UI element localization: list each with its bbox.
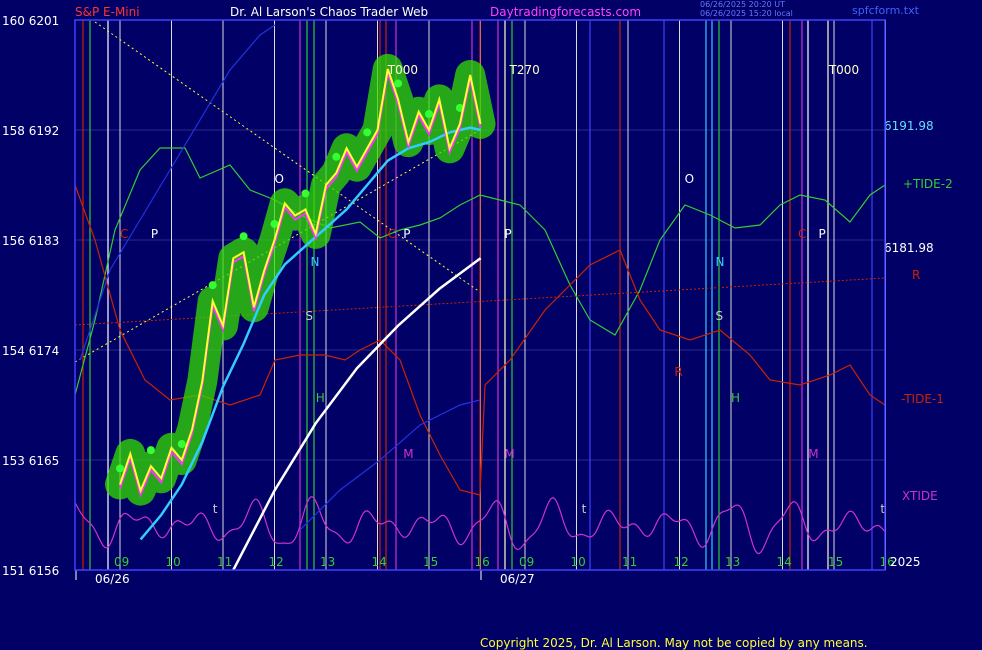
- planet-marker: S: [305, 309, 313, 323]
- planet-marker: P: [151, 227, 158, 241]
- y-tick-label: 153 6165: [2, 454, 59, 468]
- price-high-dot: [146, 446, 155, 455]
- planet-marker: C: [120, 227, 128, 241]
- planet-marker: t: [213, 502, 218, 516]
- planet-marker: P: [504, 227, 511, 241]
- price-high-dot: [208, 281, 217, 290]
- date-label: 06/27: [500, 572, 535, 586]
- planet-marker: O: [275, 172, 284, 186]
- planet-marker: T000: [828, 63, 859, 77]
- x-tick-label: 13: [320, 555, 335, 569]
- timestamp-ut: 06/26/2025 20:20 UT: [700, 0, 785, 9]
- source-file: spfcform.txt: [852, 4, 920, 17]
- x-tick-label: 15: [828, 555, 843, 569]
- planet-marker: S: [716, 309, 724, 323]
- x-tick-label: 14: [372, 555, 387, 569]
- site-url[interactable]: Daytradingforecasts.com: [490, 5, 641, 19]
- x-tick-label: 15: [423, 555, 438, 569]
- y-tick-label: 154 6174: [2, 344, 59, 358]
- planet-marker: R: [674, 365, 682, 379]
- planet-marker: N: [311, 255, 320, 269]
- chart-canvas: 160 6201 158 6192 156 6183 154 6174 153 6165…: [0, 0, 982, 650]
- planet-marker: T270: [509, 63, 540, 77]
- planet-marker: H: [316, 391, 325, 405]
- y-tick-label: 160 6201: [2, 14, 59, 28]
- x-tick-label: 12: [674, 555, 689, 569]
- planet-marker: T000: [387, 63, 418, 77]
- price-high-dot: [363, 128, 372, 137]
- price-high-dot: [332, 152, 341, 161]
- instrument-title: S&P E-Mini: [75, 5, 140, 19]
- planet-marker: H: [731, 391, 740, 405]
- planet-marker: M: [808, 447, 818, 461]
- copyright-notice: Copyright 2025, Dr. Al Larson. May not b…: [480, 636, 868, 650]
- planet-marker: M: [504, 447, 514, 461]
- series-label: XTIDE: [902, 489, 938, 503]
- planet-marker: P: [403, 227, 410, 241]
- timestamp-local: 06/26/2025 15:20 local: [700, 9, 793, 18]
- x-tick-label: 12: [269, 555, 284, 569]
- price-high-dot: [177, 440, 186, 448]
- price-high-dot: [394, 79, 403, 88]
- planet-marker: O: [685, 172, 694, 186]
- x-tick-label: 10: [571, 555, 586, 569]
- planet-marker: C: [798, 227, 806, 241]
- planet-marker: C: [388, 227, 396, 241]
- planet-marker: N: [716, 255, 725, 269]
- price-high-dot: [425, 110, 433, 118]
- x-tick-label: 09: [114, 555, 129, 569]
- x-tick-label: 16: [475, 555, 490, 569]
- series-label: +TIDE-2: [903, 177, 953, 191]
- series-label: R: [912, 268, 920, 282]
- x-tick-label: 11: [622, 555, 637, 569]
- year-label: 2025: [890, 555, 921, 569]
- planet-marker: M: [403, 447, 413, 461]
- price-high-dot: [301, 189, 310, 198]
- x-tick-label: 11: [217, 555, 232, 569]
- planet-marker: P: [819, 227, 826, 241]
- x-tick-label: 13: [725, 555, 740, 569]
- date-label: 06/26: [95, 572, 130, 586]
- planet-marker: t: [582, 502, 587, 516]
- x-tick-label: 10: [166, 555, 181, 569]
- y-tick-label: 156 6183: [2, 234, 59, 248]
- y-tick-label: 151 6156: [2, 564, 59, 578]
- series-label: -TIDE-1: [901, 392, 944, 406]
- price-label-upper: 6191.98: [884, 119, 934, 133]
- site-title: Dr. Al Larson's Chaos Trader Web: [230, 5, 428, 19]
- chart-background: [0, 0, 982, 650]
- price-high-dot: [116, 464, 124, 473]
- x-tick-label: 09: [519, 555, 534, 569]
- price-label-lower: 6181.98: [884, 241, 934, 255]
- price-high-dot: [239, 232, 248, 241]
- y-tick-label: 158 6192: [2, 124, 59, 138]
- x-tick-label: 14: [777, 555, 792, 569]
